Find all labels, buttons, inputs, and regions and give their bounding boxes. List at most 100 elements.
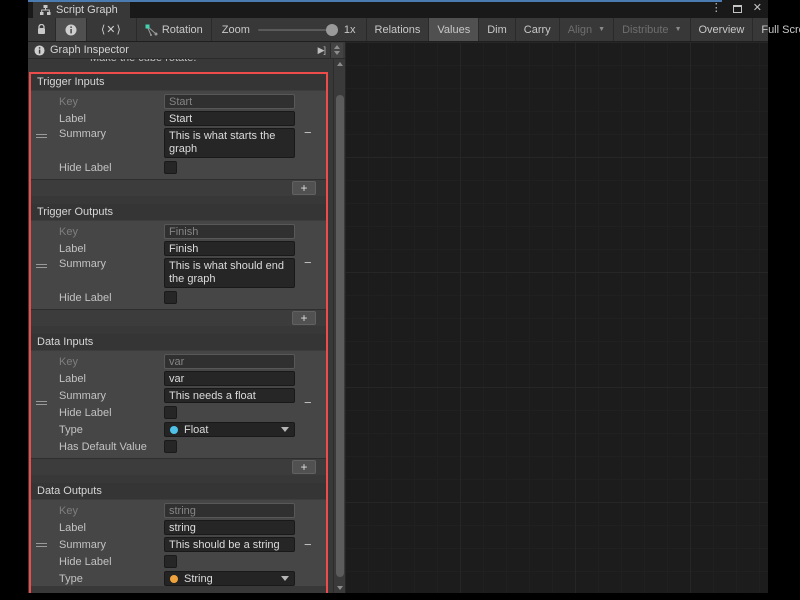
- relations-button[interactable]: Relations: [367, 18, 430, 41]
- drag-handle-icon[interactable]: [36, 262, 47, 270]
- relations-label: Relations: [375, 24, 421, 36]
- summary-label: Summary: [59, 128, 164, 140]
- label-row: Label: [31, 111, 326, 126]
- hide-label-checkbox[interactable]: [164, 406, 177, 419]
- chevron-down-icon: ▼: [598, 26, 605, 33]
- type-dropdown[interactable]: Float: [164, 422, 295, 437]
- full-screen-button[interactable]: Full Screen: [753, 18, 800, 41]
- drag-handle-icon[interactable]: [36, 541, 47, 549]
- type-value: String: [184, 573, 213, 585]
- overview-button[interactable]: Overview: [691, 18, 754, 41]
- scroll-up-icon[interactable]: [337, 62, 343, 66]
- section-title: Trigger Outputs: [31, 204, 326, 221]
- zoom-slider-knob[interactable]: [326, 24, 338, 36]
- section-footer: +: [31, 309, 326, 326]
- label-row: Label: [31, 520, 326, 535]
- panel-spinner[interactable]: [330, 43, 343, 58]
- remove-item-button[interactable]: −: [304, 258, 312, 268]
- label-row: Label: [31, 371, 326, 386]
- key-row: Key: [31, 503, 326, 518]
- hide-label-label: Hide Label: [59, 292, 164, 304]
- dock-panel-icon[interactable]: ▶]: [318, 45, 325, 56]
- label-row: Label: [31, 241, 326, 256]
- type-dropdown[interactable]: String: [164, 571, 295, 586]
- summary-field[interactable]: [164, 537, 295, 552]
- hide-label-label: Hide Label: [59, 407, 164, 419]
- hide-label-row: Hide Label: [31, 405, 326, 420]
- summary-row: Summary −: [31, 537, 326, 552]
- variables-button[interactable]: ⟨✕⟩: [87, 18, 137, 41]
- summary-field[interactable]: This is what starts the graph: [164, 128, 295, 158]
- remove-item-button[interactable]: −: [304, 540, 312, 550]
- add-item-button[interactable]: +: [292, 311, 316, 325]
- has-default-value-row: Has Default Value: [31, 439, 326, 454]
- remove-item-button[interactable]: −: [304, 128, 312, 138]
- type-label: Type: [59, 424, 164, 436]
- values-button[interactable]: Values: [429, 18, 479, 41]
- distribute-label: Distribute: [622, 24, 668, 36]
- scroll-down-icon[interactable]: [337, 586, 343, 590]
- summary-label: Summary: [59, 539, 164, 551]
- maximize-icon[interactable]: [733, 5, 742, 13]
- tab-title: Script Graph: [56, 4, 118, 16]
- label-label: Label: [59, 373, 164, 385]
- info-icon: [34, 45, 45, 56]
- label-field[interactable]: [164, 520, 295, 535]
- lock-icon: [37, 24, 46, 35]
- section-data-inputs: Data Inputs Key Label Summary −: [31, 334, 326, 475]
- zoom-control: Zoom 1x: [212, 18, 367, 41]
- hide-label-checkbox[interactable]: [164, 555, 177, 568]
- carry-label: Carry: [524, 24, 551, 36]
- tab-script-graph[interactable]: Script Graph: [33, 2, 130, 18]
- variables-icon: ⟨✕⟩: [101, 23, 122, 36]
- zoom-slider[interactable]: [258, 29, 336, 31]
- values-label: Values: [437, 24, 470, 36]
- summary-field[interactable]: [164, 388, 295, 403]
- full-screen-label: Full Screen: [761, 24, 800, 36]
- section-data-outputs: Data Outputs Key Label Summary −: [31, 483, 326, 586]
- section-title: Trigger Inputs: [31, 74, 326, 91]
- label-label: Label: [59, 522, 164, 534]
- align-label: Align: [568, 24, 592, 36]
- dim-label: Dim: [487, 24, 507, 36]
- chevron-down-icon: [281, 427, 289, 432]
- hide-label-label: Hide Label: [59, 162, 164, 174]
- hide-label-checkbox[interactable]: [164, 291, 177, 304]
- key-field: [164, 94, 295, 109]
- hide-label-checkbox[interactable]: [164, 161, 177, 174]
- rotation-label: Rotation: [162, 24, 203, 36]
- dim-button[interactable]: Dim: [479, 18, 516, 41]
- section-footer: +: [31, 458, 326, 475]
- add-item-button[interactable]: +: [292, 181, 316, 195]
- inspector-toggle-button[interactable]: [56, 18, 87, 41]
- zoom-value: 1x: [344, 24, 356, 36]
- type-row: Type Float: [31, 422, 326, 437]
- inspector-scrollbar[interactable]: [333, 59, 345, 593]
- zoom-label: Zoom: [222, 24, 250, 36]
- has-default-value-checkbox[interactable]: [164, 440, 177, 453]
- add-item-button[interactable]: +: [292, 460, 316, 474]
- lock-button[interactable]: [28, 18, 56, 41]
- scrollbar-thumb[interactable]: [336, 95, 344, 577]
- close-icon[interactable]: ✕: [753, 3, 762, 14]
- float-type-icon: [170, 426, 178, 434]
- label-field[interactable]: [164, 371, 295, 386]
- carry-button[interactable]: Carry: [516, 18, 560, 41]
- label-field[interactable]: [164, 111, 295, 126]
- inspector-title: Graph Inspector: [50, 44, 129, 56]
- rotation-button[interactable]: Rotation: [137, 18, 212, 41]
- script-graph-window: Script Graph ⋮ ✕ ⟨✕⟩ Rotation: [28, 0, 768, 593]
- drag-handle-icon[interactable]: [36, 132, 47, 140]
- type-value: Float: [184, 424, 208, 436]
- menu-icon[interactable]: ⋮: [711, 3, 722, 14]
- key-row: Key: [31, 94, 326, 109]
- focus-accent-line: [28, 0, 722, 2]
- label-field[interactable]: [164, 241, 295, 256]
- key-row: Key: [31, 354, 326, 369]
- label-label: Label: [59, 113, 164, 125]
- summary-row: Summary −: [31, 388, 326, 403]
- label-label: Label: [59, 243, 164, 255]
- summary-field[interactable]: This is what should end the graph: [164, 258, 295, 288]
- graph-canvas[interactable]: [345, 42, 768, 593]
- key-label: Key: [59, 226, 164, 238]
